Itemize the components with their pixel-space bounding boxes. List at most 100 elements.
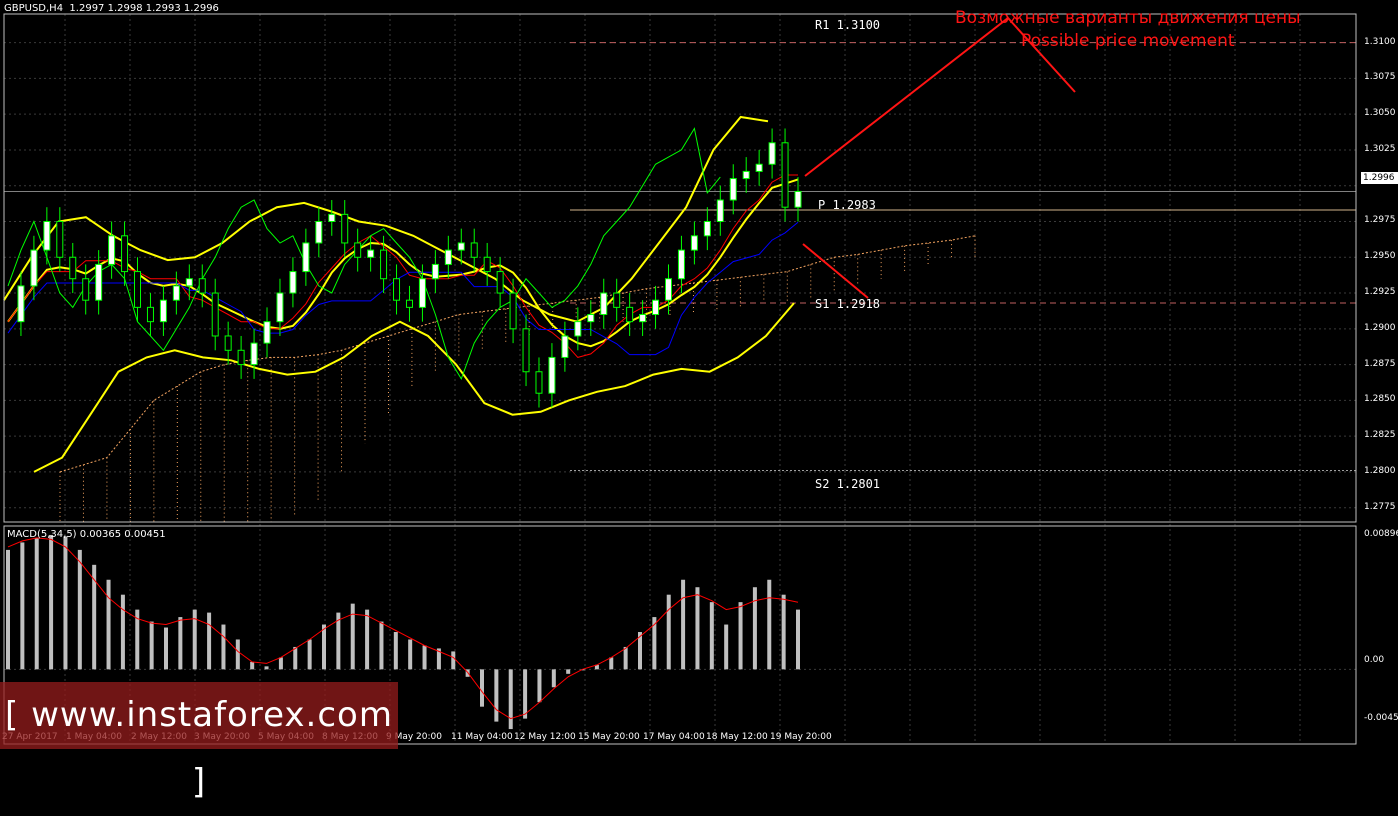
price-tick-label: 1.2850 [1364,394,1396,405]
candle-body [729,178,737,201]
candle-body [302,242,310,273]
candle-body [159,299,167,323]
macd-label: MACD(5,34,5) 0.00365 0.00451 [7,529,166,540]
macd-histogram-bar [106,579,111,670]
price-tick-label: 1.3100 [1364,36,1396,47]
price-tick-label: 1.2775 [1364,501,1396,512]
candle-body [652,299,660,316]
price-tick-label: 1.3075 [1364,72,1396,83]
macd-axis-top: 0.00896 [1364,529,1398,539]
macd-histogram-bar [77,549,82,670]
price-tick-label: 1.2800 [1364,465,1396,476]
time-tick-label: 17 May 04:00 [643,732,705,742]
chart-canvas [0,0,1398,749]
macd-histogram-bar [149,621,154,670]
macd-histogram-bar [379,621,384,670]
forecast-annotation-ru: Возможные варианты движения цены [955,8,1301,28]
candle-body [742,170,750,180]
candle-body [561,335,569,358]
candle-body [198,278,206,294]
macd-histogram-bar [709,602,714,670]
candle-body [781,142,789,208]
price-tick-label: 1.2825 [1364,430,1396,441]
macd-histogram-bar [609,657,614,670]
macd-histogram-bar [207,612,212,670]
macd-histogram-bar [480,669,484,707]
macd-histogram-bar [666,594,671,670]
candle-body [172,285,180,301]
candle-body [418,278,426,308]
symbol-title: GBPUSD,H4 1.2997 1.2998 1.2993 1.2996 [4,3,219,14]
macd-histogram-bar [307,639,312,670]
candle-body [315,220,323,244]
macd-histogram-bar [20,542,25,670]
candle-body [755,163,763,172]
price-tick-label: 1.2925 [1364,287,1396,298]
candle-body [690,235,698,251]
macd-histogram-bar [681,579,686,670]
macd-histogram-bar [365,609,370,670]
macd-histogram-bar [49,534,54,670]
candle-body [587,314,595,323]
time-tick-label: 18 May 12:00 [706,732,768,742]
macd-histogram-bar [523,669,528,719]
candle-body [405,299,413,308]
macd-histogram-bar [508,669,513,730]
candle-body [483,256,491,273]
candle-body [470,242,478,258]
candle-body [17,285,25,323]
candle-body [457,242,465,251]
candle-body [56,220,64,258]
macd-histogram-bar [6,549,10,670]
candle-body [134,271,142,308]
candle-body [43,220,51,251]
candle-body [393,278,401,301]
macd-histogram-bar [264,666,269,670]
price-tick-label: 1.2950 [1364,251,1396,262]
price-tick-label: 1.2975 [1364,215,1396,226]
candle-body [380,249,388,280]
candle-body [224,335,232,351]
candle-body [716,199,724,222]
candle-body [146,306,154,323]
macd-histogram-bar [566,669,571,674]
time-tick-label: 15 May 20:00 [578,732,640,742]
candle-body [237,349,245,366]
macd-histogram-bar [178,617,183,670]
price-tick-label: 1.3050 [1364,108,1396,119]
macd-histogram-bar [293,646,298,670]
price-tick-label: 1.3025 [1364,143,1396,154]
forecast-annotation-en: Possible price movement [1021,31,1235,51]
macd-histogram-bar [250,661,255,670]
macd-histogram-bar [322,624,326,670]
candle-body [211,292,219,337]
macd-histogram-bar [767,579,772,670]
level-s1-label: S1 1.2918 [815,297,881,311]
candle-body [185,278,193,287]
macd-histogram-bar [350,603,355,670]
macd-histogram-bar [393,632,398,670]
time-tick-label: 11 May 04:00 [451,732,513,742]
macd-histogram-bar [738,602,743,670]
macd-histogram-bar [695,587,700,670]
candle-body [496,271,504,294]
macd-histogram-bar [422,645,427,670]
macd-histogram-bar [120,594,125,670]
candle-body [626,306,634,323]
candle-body [639,314,647,323]
macd-axis-zero: 0.00 [1364,655,1385,665]
candle-body [535,371,543,394]
candle-body [341,213,349,244]
candle-body [613,292,621,308]
macd-histogram-bar [63,536,68,670]
candle-body [367,249,375,258]
price-tick-label: 1.2900 [1364,322,1396,333]
candle-body [82,278,90,301]
macd-histogram-bar [164,627,168,670]
macd-histogram-bar [451,651,456,670]
time-tick-label: 19 May 20:00 [770,732,832,742]
level-r1-label: R1 1.3100 [815,18,881,32]
macd-axis-bottom: -0.0045 [1364,713,1398,723]
candle-body [69,256,77,280]
candle-body [574,321,582,337]
